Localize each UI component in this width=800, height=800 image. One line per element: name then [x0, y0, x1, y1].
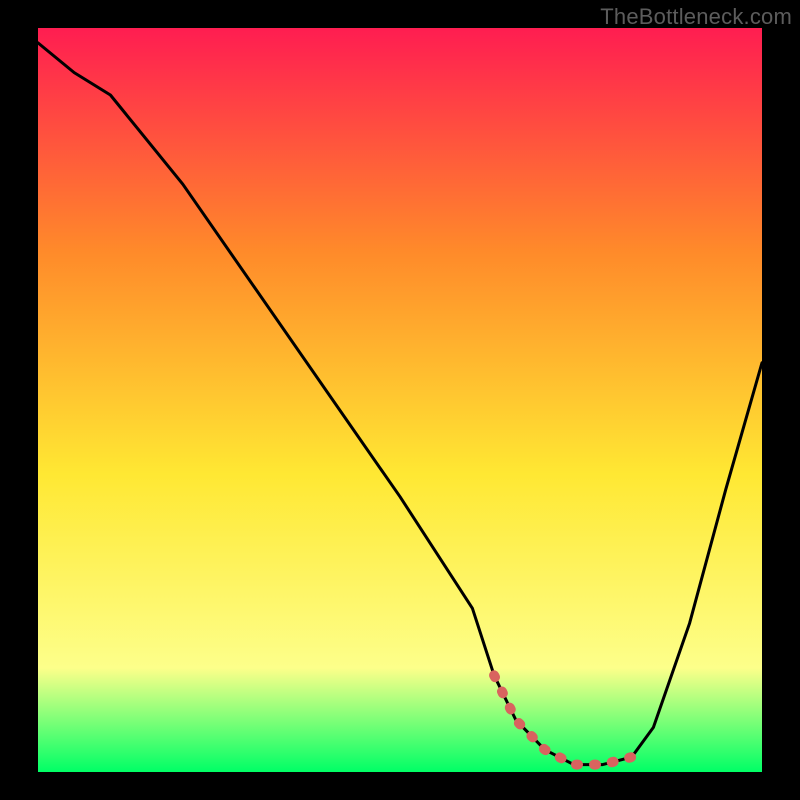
watermark-text: TheBottleneck.com — [600, 4, 792, 30]
bottleneck-chart — [0, 0, 800, 800]
chart-stage: TheBottleneck.com — [0, 0, 800, 800]
